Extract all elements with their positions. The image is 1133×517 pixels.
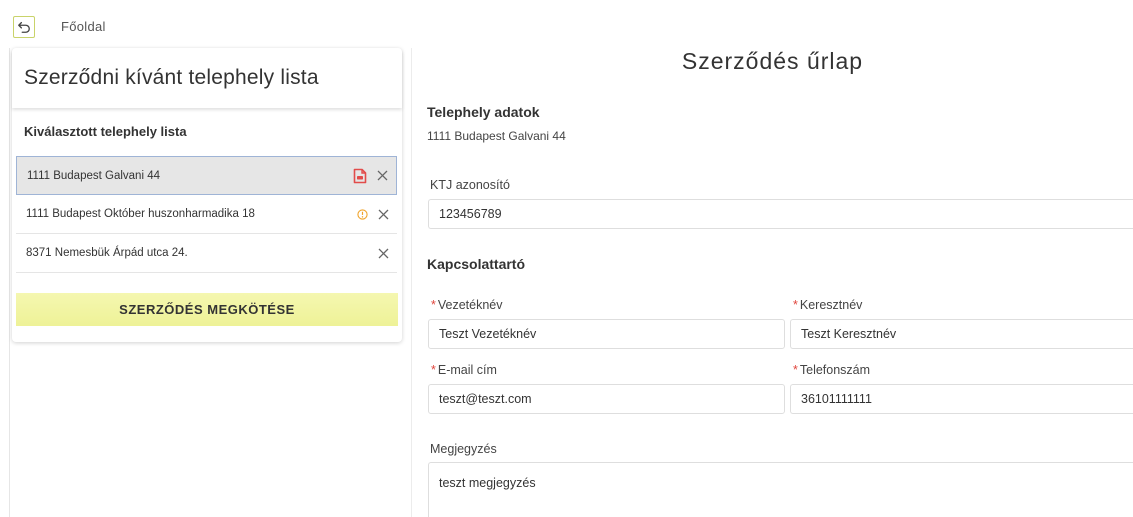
- undo-arrow-icon: [17, 20, 31, 34]
- ktj-input[interactable]: 123456789: [428, 199, 1133, 229]
- site-list-title: Szerződni kívánt telephely lista: [24, 66, 319, 89]
- note-label: Megjegyzés: [430, 442, 497, 456]
- selected-sites-heading: Kiválasztott telephely lista: [24, 124, 187, 139]
- center-divider: [411, 48, 412, 517]
- site-address: 1111 Budapest Október huszonharmadika 18: [26, 208, 255, 220]
- required-mark: *: [793, 298, 798, 312]
- site-list-item[interactable]: 1111 Budapest Galvani 44: [16, 156, 397, 195]
- required-mark: *: [431, 298, 436, 312]
- info-warning-icon[interactable]: [357, 208, 368, 220]
- last-name-input[interactable]: Teszt Vezetéknév: [428, 319, 785, 349]
- email-input[interactable]: teszt@teszt.com: [428, 384, 785, 414]
- phone-label-text: Telefonszám: [799, 363, 871, 377]
- phone-input[interactable]: 36101111111: [790, 384, 1133, 414]
- email-label-text: E-mail cím: [437, 363, 497, 377]
- first-name-label: * Keresztnév: [793, 298, 862, 312]
- site-list-item[interactable]: 8371 Nemesbük Árpád utca 24.: [16, 234, 397, 273]
- note-textarea[interactable]: teszt megjegyzés: [428, 462, 1133, 517]
- last-name-label-text: Vezetéknév: [437, 298, 503, 312]
- phone-label: * Telefonszám: [793, 363, 870, 377]
- site-list-panel: Szerződni kívánt telephely lista Kiválas…: [12, 48, 402, 342]
- site-data-heading: Telephely adatok: [427, 104, 540, 120]
- last-name-label: * Vezetéknév: [431, 298, 503, 312]
- top-bar: Főoldal: [0, 0, 1133, 48]
- site-list-header: Szerződni kívánt telephely lista: [12, 48, 402, 108]
- required-mark: *: [793, 363, 798, 377]
- remove-site-close-icon[interactable]: [377, 170, 388, 181]
- site-list: 1111 Budapest Galvani 44 1111 Budapest O…: [16, 156, 397, 273]
- remove-site-close-icon[interactable]: [378, 209, 389, 220]
- remove-site-close-icon[interactable]: [378, 248, 389, 259]
- form-title: Szerződés űrlap: [681, 48, 864, 74]
- ktj-label: KTJ azonosító: [430, 178, 510, 192]
- site-list-item[interactable]: 1111 Budapest Október huszonharmadika 18: [16, 195, 397, 234]
- left-divider: [9, 48, 10, 517]
- required-mark: *: [431, 363, 436, 377]
- site-address: 1111 Budapest Galvani 44: [27, 169, 160, 182]
- back-button[interactable]: [13, 16, 35, 38]
- email-label: * E-mail cím: [431, 363, 497, 377]
- site-address-value: 1111 Budapest Galvani 44: [427, 129, 566, 143]
- sign-contract-button[interactable]: SZERZŐDÉS MEGKÖTÉSE: [16, 293, 398, 326]
- site-address: 8371 Nemesbük Árpád utca 24.: [26, 247, 188, 259]
- contact-heading: Kapcsolattartó: [427, 256, 526, 272]
- first-name-label-text: Keresztnév: [799, 298, 863, 312]
- first-name-input[interactable]: Teszt Keresztnév: [790, 319, 1133, 349]
- pdf-document-icon[interactable]: [353, 168, 367, 184]
- breadcrumb-home[interactable]: Főoldal: [61, 19, 106, 34]
